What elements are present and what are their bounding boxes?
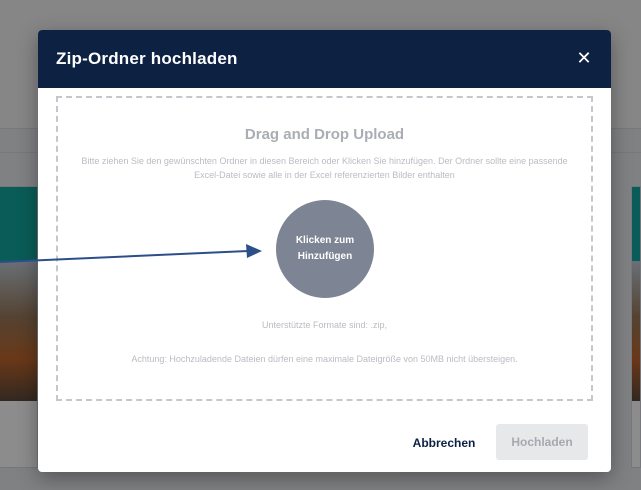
annotation-arrow-head [246,244,262,258]
annotation-arrow [0,244,262,263]
annotation-arrow-line [0,250,249,263]
